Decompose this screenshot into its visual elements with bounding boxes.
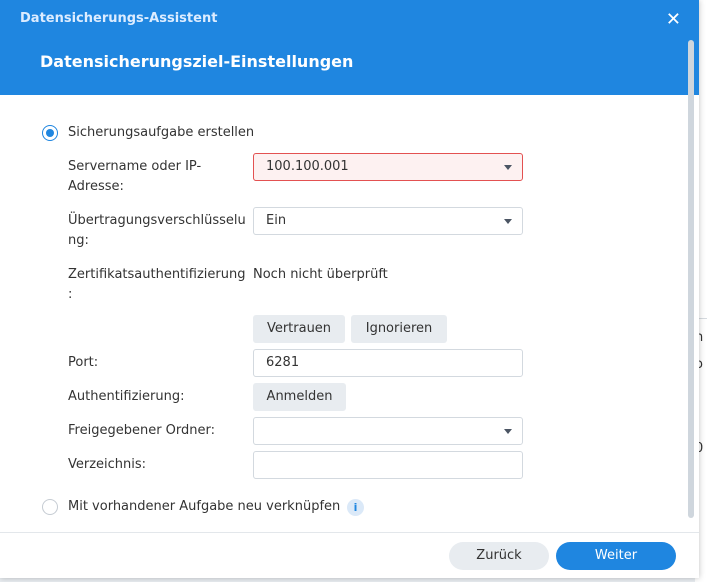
- footer-divider: [0, 532, 699, 533]
- chevron-down-icon: [504, 165, 512, 170]
- back-button[interactable]: Zurück: [449, 542, 549, 570]
- cert-label-line1: Zertifikatsauthentifizierung: [68, 267, 246, 282]
- chevron-down-icon: [504, 219, 512, 224]
- shared-folder-label: Freigegebener Ordner:: [68, 423, 215, 438]
- directory-label: Verzeichnis:: [68, 457, 147, 472]
- server-value: 100.100.001: [266, 159, 349, 174]
- relink-task-label[interactable]: Mit vorhandener Aufgabe neu verknüpfen: [68, 497, 340, 517]
- shared-folder-select[interactable]: [253, 417, 523, 445]
- server-select[interactable]: 100.100.001: [253, 153, 523, 181]
- scrollbar[interactable]: [688, 40, 694, 518]
- relink-task-radio[interactable]: [42, 499, 58, 515]
- server-label: Servername oder IP- Adresse:: [68, 157, 201, 197]
- port-label: Port:: [68, 355, 99, 370]
- next-button[interactable]: Weiter: [556, 542, 676, 570]
- port-input[interactable]: 6281: [253, 349, 523, 377]
- create-task-radio[interactable]: [42, 125, 58, 141]
- encryption-value: Ein: [266, 213, 287, 228]
- info-icon[interactable]: i: [347, 499, 364, 516]
- dialog-header: Datensicherungs-Assistent ✕ Datensicheru…: [0, 0, 699, 95]
- encryption-select[interactable]: Ein: [253, 207, 523, 235]
- trust-button[interactable]: Vertrauen: [253, 315, 345, 343]
- encryption-label-line2: ng:: [68, 233, 89, 248]
- port-value: 6281: [266, 355, 300, 370]
- cert-status: Noch nicht überprüft: [253, 267, 388, 282]
- directory-input[interactable]: [253, 451, 523, 479]
- server-label-line2: Adresse:: [68, 179, 124, 194]
- cert-label-line2: :: [68, 287, 73, 302]
- chevron-down-icon: [504, 429, 512, 434]
- encryption-label: Übertragungsverschlüsselu ng:: [68, 211, 246, 251]
- login-button[interactable]: Anmelden: [253, 383, 346, 411]
- close-icon[interactable]: ✕: [666, 9, 681, 30]
- backup-wizard-dialog: Datensicherungs-Assistent ✕ Datensicheru…: [0, 0, 699, 578]
- cert-label: Zertifikatsauthentifizierung :: [68, 265, 245, 305]
- ignore-button[interactable]: Ignorieren: [351, 315, 447, 343]
- server-label-line1: Servername oder IP-: [68, 159, 202, 174]
- app-title: Datensicherungs-Assistent: [20, 11, 218, 26]
- create-task-label[interactable]: Sicherungsaufgabe erstellen: [68, 123, 254, 143]
- encryption-label-line1: Übertragungsverschlüsselu: [68, 213, 246, 228]
- auth-label: Authentifizierung:: [68, 389, 185, 404]
- step-title: Datensicherungsziel-Einstellungen: [40, 52, 354, 71]
